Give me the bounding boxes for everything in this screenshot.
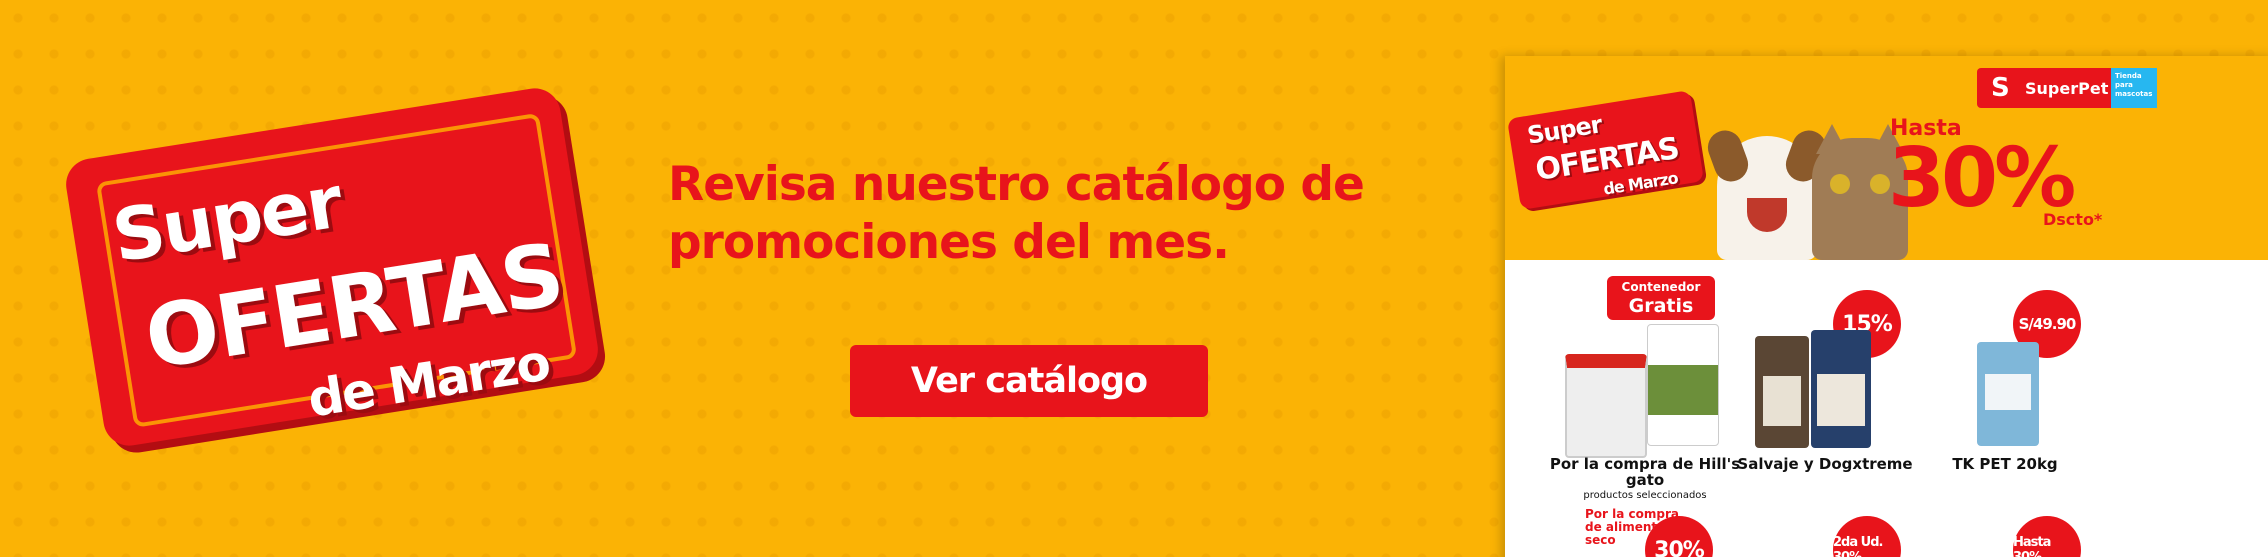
food-bag-image — [1647, 324, 1719, 446]
catalog-super-ofertas-logo: Super OFERTAS de Marzo — [1506, 90, 1705, 210]
view-catalog-button[interactable]: Ver catálogo — [850, 345, 1208, 417]
product-sub: productos seleccionados — [1583, 490, 1707, 501]
headline-line-2: promociones del mes. — [668, 215, 1230, 270]
brand-name: SuperPet — [2025, 78, 2109, 98]
product-image — [1925, 324, 2085, 446]
product-card: S/49.90 TK PET 20kg — [1905, 284, 2105, 514]
pill-top: Contenedor — [1621, 280, 1701, 294]
dog-and-cat-image — [1703, 124, 1917, 260]
product-card: Contenedor Gratis Por la compra de Hill'… — [1545, 276, 1745, 514]
headline: Revisa nuestro catálogo de promociones d… — [668, 156, 1448, 272]
superpet-brand: S SuperPet Tienda para mascotas — [1977, 68, 2157, 108]
promo-dscto: Dscto* — [2043, 210, 2103, 229]
cat-ear — [1816, 124, 1848, 154]
product-name: Por la compra de Hill's gato — [1549, 455, 1741, 489]
product-image — [1745, 324, 1905, 448]
super-ofertas-logo: Super OFERTAS de Marzo — [62, 84, 602, 450]
litter-bag-image — [1977, 342, 2039, 446]
catalog-preview[interactable]: S SuperPet Tienda para mascotas Super OF… — [1505, 56, 2268, 557]
product-name: TK PET 20kg — [1952, 455, 2058, 473]
discount-badge: Hasta 30% — [2013, 516, 2081, 557]
headline-line-1: Revisa nuestro catálogo de — [668, 157, 1365, 212]
dog-mouth — [1747, 198, 1787, 232]
dog-ear — [1703, 125, 1753, 187]
pill-bottom: Gratis — [1628, 295, 1694, 317]
dog-image — [1703, 125, 1831, 260]
brand-tagline: Tienda para mascotas — [2111, 68, 2157, 108]
superpet-logo-icon: S — [1991, 73, 2010, 103]
promo-banner: Super OFERTAS de Marzo Revisa nuestro ca… — [0, 0, 2268, 557]
container-image — [1565, 354, 1647, 458]
cat-eye — [1830, 174, 1850, 194]
cat-eye — [1870, 174, 1890, 194]
food-bag-image — [1811, 330, 1871, 448]
gift-pill: Contenedor Gratis — [1607, 276, 1715, 320]
discount-badge: 2da Ud. 30% — [1833, 516, 1901, 557]
food-bag-image — [1755, 336, 1809, 448]
product-name: Salvaje y Dogxtreme — [1737, 455, 1913, 473]
product-image — [1565, 324, 1725, 458]
product-card: 15% Salvaje y Dogxtreme — [1725, 284, 1925, 514]
